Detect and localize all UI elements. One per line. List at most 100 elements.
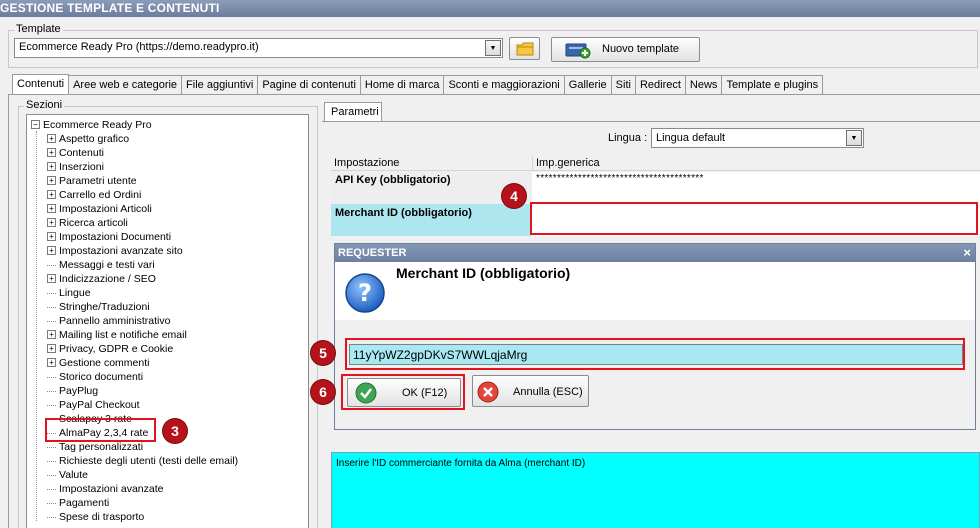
- expand-icon[interactable]: +: [47, 273, 56, 283]
- new-template-button[interactable]: Nuovo template: [551, 37, 700, 62]
- sections-group-label: Sezioni: [24, 99, 65, 111]
- cancel-button-label: Annulla (ESC): [513, 386, 583, 398]
- tab-contenuti[interactable]: Contenuti: [12, 74, 70, 95]
- tree-item[interactable]: PayPlug: [47, 384, 98, 398]
- template-group-label: Template: [14, 23, 63, 35]
- tree-item[interactable]: Impostazioni avanzate: [47, 482, 163, 496]
- tab-aree-web[interactable]: Aree web e categorie: [69, 75, 183, 94]
- dialog-heading: Merchant ID (obbligatorio): [396, 265, 571, 281]
- tree-item[interactable]: Tag personalizzati: [47, 440, 143, 454]
- tree-item-label: Gestione commenti: [59, 357, 150, 369]
- tree-item-label: Parametri utente: [59, 175, 137, 187]
- tree-connector: [47, 306, 56, 308]
- sections-tree[interactable]: − Ecommerce Ready Pro + Aspetto grafico + Co…: [26, 114, 309, 528]
- tree-item[interactable]: + Ricerca articoli: [47, 216, 128, 230]
- expand-icon[interactable]: +: [47, 217, 56, 227]
- collapse-icon[interactable]: −: [31, 119, 40, 129]
- column-header-setting: Impostazione: [331, 156, 532, 171]
- expand-icon[interactable]: +: [47, 329, 56, 339]
- tree-item-label: Impostazioni Articoli: [59, 203, 152, 215]
- tree-item-label: Aspetto grafico: [59, 133, 130, 145]
- tree-item[interactable]: Valute: [47, 468, 88, 482]
- tree-connector: [47, 502, 56, 504]
- tab-file-aggiuntivi[interactable]: File aggiuntivi: [182, 75, 259, 94]
- close-icon[interactable]: ×: [963, 245, 971, 260]
- expand-icon[interactable]: +: [47, 175, 56, 185]
- tree-connector: [47, 404, 56, 406]
- tree-item[interactable]: + Privacy, GDPR e Cookie: [47, 342, 173, 356]
- tree-item-label: Impostazioni avanzate sito: [59, 245, 183, 257]
- tab-parametri[interactable]: Parametri: [324, 102, 382, 122]
- chevron-down-icon[interactable]: ▼: [846, 130, 862, 146]
- tree-item[interactable]: Pagamenti: [47, 496, 109, 510]
- expand-icon[interactable]: +: [47, 189, 56, 199]
- expand-icon[interactable]: +: [47, 245, 56, 255]
- tree-item[interactable]: Pannello amministrativo: [47, 314, 170, 328]
- tree-item[interactable]: + Carrello ed Ordini: [47, 188, 141, 202]
- tree-connector: [47, 320, 56, 322]
- tab-sconti[interactable]: Sconti e maggiorazioni: [444, 75, 565, 94]
- tab-pagine-contenuti[interactable]: Pagine di contenuti: [258, 75, 361, 94]
- language-select[interactable]: Lingua default ▼: [651, 128, 864, 148]
- tree-item[interactable]: + Gestione commenti: [47, 356, 149, 370]
- tree-item-label: Mailing list e notifiche email: [59, 329, 187, 341]
- tree-item[interactable]: + Parametri utente: [47, 174, 137, 188]
- tab-siti[interactable]: Siti: [611, 75, 636, 94]
- tree-connector: [47, 390, 56, 392]
- expand-icon[interactable]: +: [47, 357, 56, 367]
- expand-icon[interactable]: +: [47, 133, 56, 143]
- tab-redirect[interactable]: Redirect: [635, 75, 686, 94]
- expand-icon[interactable]: +: [47, 343, 56, 353]
- tree-item[interactable]: + Inserzioni: [47, 160, 104, 174]
- tree-item[interactable]: + Indicizzazione / SEO: [47, 272, 156, 286]
- expand-icon[interactable]: +: [47, 231, 56, 241]
- tree-item[interactable]: + Impostazioni Documenti: [47, 230, 171, 244]
- tree-item-label: Spese di trasporto: [59, 511, 145, 523]
- tree-item-label: Pagamenti: [59, 497, 110, 509]
- tree-item[interactable]: + Aspetto grafico: [47, 132, 129, 146]
- row-value-api-key[interactable]: ****************************************: [532, 172, 980, 204]
- tab-home-di-marca[interactable]: Home di marca: [360, 75, 445, 94]
- tree-item[interactable]: + Contenuti: [47, 146, 104, 160]
- main-tabs: Contenuti Aree web e categorie File aggi…: [12, 74, 824, 95]
- expand-icon[interactable]: +: [47, 203, 56, 213]
- tree-item-label: PayPlug: [59, 385, 99, 397]
- tree-item[interactable]: Richieste degli utenti (testi delle emai…: [47, 454, 238, 468]
- tree-item[interactable]: Stringhe/Traduzioni: [47, 300, 150, 314]
- tree-item-label: Ricerca articoli: [59, 217, 128, 229]
- callout-badge-4: 4: [502, 184, 526, 208]
- expand-icon[interactable]: +: [47, 161, 56, 171]
- open-folder-button[interactable]: [509, 37, 540, 60]
- chevron-down-icon[interactable]: ▼: [485, 40, 501, 56]
- language-select-value: Lingua default: [656, 132, 726, 144]
- tree-item[interactable]: + Mailing list e notifiche email: [47, 328, 187, 342]
- cancel-button[interactable]: Annulla (ESC): [472, 375, 589, 407]
- tree-item-label: Lingue: [59, 287, 91, 299]
- tree-root[interactable]: − Ecommerce Ready Pro: [31, 118, 152, 132]
- tab-news[interactable]: News: [685, 75, 723, 94]
- template-select[interactable]: Ecommerce Ready Pro (https://demo.readyp…: [14, 38, 503, 58]
- tree-item-label: Pannello amministrativo: [59, 315, 171, 327]
- tree-item-label: Richieste degli utenti (testi delle emai…: [59, 455, 239, 467]
- highlight-merchant-value: [530, 202, 978, 235]
- tree-item-label: Impostazioni avanzate: [59, 483, 164, 495]
- tree-item[interactable]: Messaggi e testi vari: [47, 258, 155, 272]
- tree-item[interactable]: Storico documenti: [47, 370, 143, 384]
- row-label-merchant-id[interactable]: Merchant ID (obbligatorio): [331, 204, 532, 236]
- tab-gallerie[interactable]: Gallerie: [564, 75, 612, 94]
- tree-item[interactable]: Lingue: [47, 286, 91, 300]
- tree-item-label: Indicizzazione / SEO: [59, 273, 156, 285]
- folder-icon: [516, 42, 533, 55]
- tree-item[interactable]: + Impostazioni Articoli: [47, 202, 152, 216]
- tree-connector: [47, 474, 56, 476]
- tab-template-plugins[interactable]: Template e plugins: [722, 75, 824, 94]
- tree-item[interactable]: PayPal Checkout: [47, 398, 140, 412]
- highlight-ok-button: [341, 374, 465, 410]
- tree-item[interactable]: + Impostazioni avanzate sito: [47, 244, 183, 258]
- dialog-title: REQUESTER: [335, 244, 975, 262]
- tree-item-label: Stringhe/Traduzioni: [59, 301, 150, 313]
- expand-icon[interactable]: +: [47, 147, 56, 157]
- tree-item-label: Tag personalizzati: [59, 441, 144, 453]
- tree-item[interactable]: Spese di trasporto: [47, 510, 144, 524]
- question-icon: ?: [345, 273, 385, 313]
